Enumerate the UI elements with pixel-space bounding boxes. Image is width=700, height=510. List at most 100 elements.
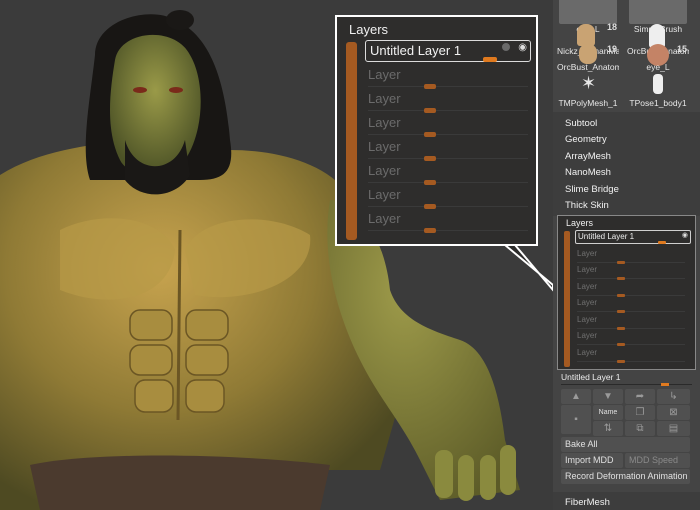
- tool-thumb[interactable]: TPose1_body1: [627, 74, 689, 108]
- tool-thumb-count: 19: [606, 44, 617, 54]
- import-mdd-button[interactable]: Import MDD: [561, 453, 623, 468]
- layer-row[interactable]: Layer: [577, 298, 685, 314]
- slider-knob[interactable]: [661, 383, 669, 386]
- name-button[interactable]: Name: [593, 405, 623, 420]
- current-layer-slider[interactable]: Untitled Layer 1: [561, 372, 692, 386]
- active-layer-name: Untitled Layer 1: [578, 232, 635, 241]
- tool-palette: eye_L SimpleBrush 18 Nickz_humanMa OrcBu…: [553, 0, 700, 510]
- subpalette-menu: Subtool Geometry ArrayMesh NanoMesh Slim…: [553, 112, 700, 216]
- current-layer-label: Untitled Layer 1: [561, 372, 621, 382]
- layer-name: Layer: [577, 282, 598, 291]
- figure-icon: [653, 74, 663, 94]
- layer-strip-bar: [564, 231, 570, 367]
- record-dot-icon[interactable]: [502, 43, 510, 51]
- layer-row[interactable]: Layer: [368, 67, 528, 89]
- active-layer-row[interactable]: Untitled Layer 1 ◉: [575, 230, 691, 244]
- layer-strength-knob[interactable]: [658, 241, 666, 244]
- layer-row[interactable]: Layer: [368, 187, 528, 209]
- delete-icon[interactable]: ⊠: [657, 405, 690, 420]
- layer-strip-bar: [346, 42, 357, 240]
- layer-strength-knob[interactable]: [424, 84, 436, 89]
- layers-popout: Layers Untitled Layer 1 ◉ Layer Layer La…: [335, 15, 538, 246]
- layer-row[interactable]: Layer: [368, 91, 528, 113]
- menu-nanomesh[interactable]: NanoMesh: [565, 167, 611, 178]
- layer-row[interactable]: Layer: [577, 315, 685, 331]
- arrow-up-button[interactable]: ▲: [561, 389, 591, 404]
- duplicate-icon[interactable]: ❐: [625, 405, 655, 420]
- layer-row[interactable]: Layer: [368, 115, 528, 137]
- layer-name: Layer: [577, 249, 598, 258]
- tool-thumb-label: OrcBust_Anatom: [557, 62, 619, 72]
- eye-icon[interactable]: ◉: [518, 42, 527, 53]
- layer-strength-knob[interactable]: [424, 156, 436, 161]
- layer-strength-knob[interactable]: [617, 294, 625, 297]
- star-icon: ✶: [581, 73, 597, 93]
- tool-thumbnails: eye_L SimpleBrush 18 Nickz_humanMa OrcBu…: [557, 0, 696, 110]
- bake-all-button[interactable]: Bake All: [561, 437, 690, 452]
- layer-name: Layer: [368, 139, 401, 154]
- layer-name: Layer: [368, 67, 401, 82]
- layer-name: Layer: [577, 348, 598, 357]
- layer-row[interactable]: Layer: [577, 282, 685, 298]
- document-viewport[interactable]: Layers Untitled Layer 1 ◉ Layer Layer La…: [0, 0, 553, 510]
- layer-strength-knob[interactable]: [483, 57, 497, 62]
- fibermesh-label: FiberMesh: [565, 497, 610, 508]
- arrow-right-button[interactable]: ➦: [625, 389, 655, 404]
- layer-strength-knob[interactable]: [617, 360, 625, 363]
- slider-track: [561, 384, 692, 385]
- layer-strength-knob[interactable]: [617, 327, 625, 330]
- layer-strength-knob[interactable]: [617, 277, 625, 280]
- layer-row[interactable]: Layer: [368, 211, 528, 233]
- layers-panel: Layers Untitled Layer 1 ◉ Layer Layer La…: [557, 215, 696, 370]
- layer-name: Layer: [368, 211, 401, 226]
- merge-icon[interactable]: ⇅: [593, 421, 623, 436]
- mdd-speed-slider[interactable]: MDD Speed: [625, 453, 690, 468]
- layer-name: Layer: [368, 187, 401, 202]
- layer-name: Layer: [577, 265, 598, 274]
- layer-strength-knob[interactable]: [424, 180, 436, 185]
- eye-icon[interactable]: ◉: [682, 231, 688, 239]
- arrow-turn-button[interactable]: ↳: [657, 389, 690, 404]
- layer-strength-knob[interactable]: [617, 310, 625, 313]
- tool-thumb-label: TMPolyMesh_1: [558, 98, 618, 108]
- layer-strength-knob[interactable]: [617, 261, 625, 264]
- arrow-down-button[interactable]: ▼: [593, 389, 623, 404]
- menu-thick-skin[interactable]: Thick Skin: [565, 200, 609, 211]
- tool-thumb-count: 15: [676, 44, 687, 54]
- layers-panel-title: Layers: [566, 218, 594, 228]
- tool-thumb-label: eye_L: [646, 62, 670, 72]
- popout-title: Layers: [349, 22, 389, 37]
- layer-row[interactable]: Layer: [368, 139, 528, 161]
- active-layer-name: Untitled Layer 1: [370, 43, 462, 58]
- tool-thumb-count: 18: [606, 22, 617, 32]
- menu-subtool[interactable]: Subtool: [565, 118, 597, 129]
- layer-row[interactable]: Layer: [577, 348, 685, 364]
- filter-icon[interactable]: ▤: [657, 421, 690, 436]
- figure-icon: [579, 44, 597, 64]
- layer-strength-knob[interactable]: [424, 228, 436, 233]
- layer-row[interactable]: Layer: [577, 265, 685, 281]
- record-deformation-button[interactable]: Record Deformation Animation: [561, 469, 690, 484]
- layer-strength-knob[interactable]: [617, 343, 625, 346]
- split-icon[interactable]: ⧉: [625, 421, 655, 436]
- layer-row[interactable]: Layer: [577, 331, 685, 347]
- tool-thumb-label: TPose1_body1: [629, 98, 687, 108]
- layer-strength-knob[interactable]: [424, 108, 436, 113]
- new-layer-button[interactable]: ▪: [561, 405, 591, 434]
- layer-strength-knob[interactable]: [424, 204, 436, 209]
- figure-icon: [577, 24, 595, 46]
- layer-name: Layer: [577, 315, 598, 324]
- fibermesh-section[interactable]: FiberMesh: [553, 492, 700, 510]
- layer-name: Layer: [368, 163, 401, 178]
- layer-strength-knob[interactable]: [424, 132, 436, 137]
- layer-name: Layer: [577, 298, 598, 307]
- layer-name: Layer: [368, 91, 401, 106]
- active-layer-row[interactable]: Untitled Layer 1 ◉: [365, 40, 531, 62]
- menu-slime-bridge[interactable]: Slime Bridge: [565, 184, 619, 195]
- layer-name: Layer: [577, 331, 598, 340]
- menu-geometry[interactable]: Geometry: [565, 134, 607, 145]
- layer-row[interactable]: Layer: [368, 163, 528, 185]
- menu-arraymesh[interactable]: ArrayMesh: [565, 151, 611, 162]
- tool-thumb[interactable]: ✶ TMPolyMesh_1: [557, 74, 619, 108]
- layer-row[interactable]: Layer: [577, 249, 685, 265]
